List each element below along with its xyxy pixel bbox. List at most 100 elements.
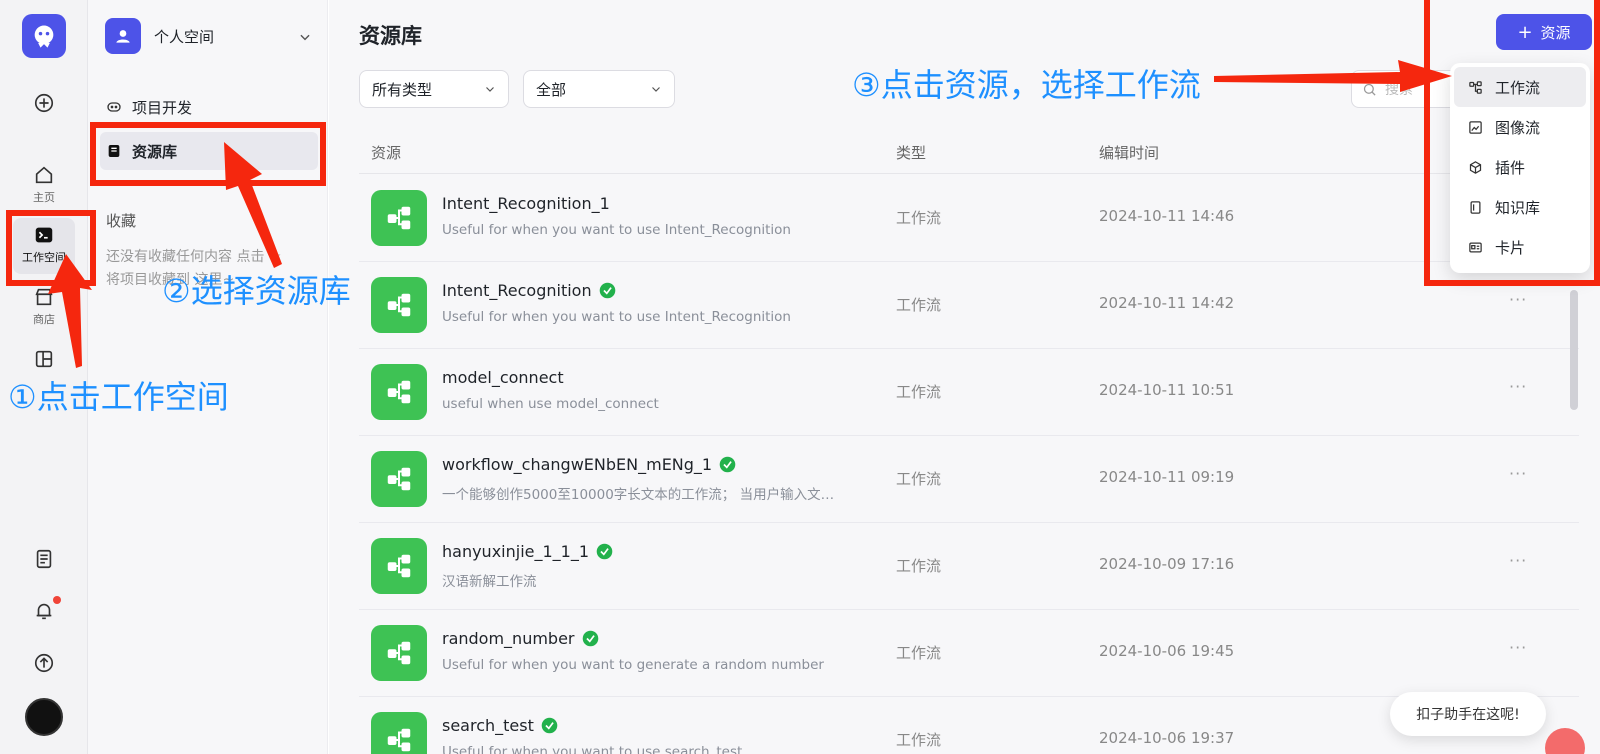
resource-description: useful when use model_connect xyxy=(442,396,659,412)
scope-filter-select[interactable]: 全部 xyxy=(523,70,675,108)
resource-name: model_connect xyxy=(442,368,564,387)
rail-item-store[interactable]: 商店 xyxy=(0,286,88,327)
rail-item-templates[interactable] xyxy=(0,348,88,370)
more-actions-button[interactable]: ··· xyxy=(1509,551,1527,570)
logo-icon xyxy=(34,25,54,48)
resource-name-text: hanyuxinjie_1_1_1 xyxy=(442,542,590,561)
column-header: 编辑时间 xyxy=(1099,144,1160,162)
resource-description: Useful for when you want to use Intent_R… xyxy=(442,309,791,325)
chevron-down-icon xyxy=(652,87,660,92)
column-header: 类型 xyxy=(896,144,927,162)
chevron-down-icon[interactable] xyxy=(298,30,312,44)
resource-name: random_number xyxy=(442,629,599,648)
verified-check-icon xyxy=(599,282,615,299)
resource-edit-time: 2024-10-11 14:46 xyxy=(1099,207,1235,225)
more-actions-button[interactable]: ··· xyxy=(1509,377,1527,396)
resource-description: 汉语新解工作流 xyxy=(442,574,537,590)
bell-icon xyxy=(36,603,52,620)
layout-icon xyxy=(35,350,53,368)
workflow-icon xyxy=(371,712,427,754)
page-title: 资源库 xyxy=(359,24,422,48)
workflow-icon xyxy=(371,364,427,420)
resource-table-body: Intent_Recognition_1 Useful for when you… xyxy=(359,175,1579,754)
resource-name-text: Intent_Recognition_1 xyxy=(442,194,610,213)
annotation-step3: ③点击资源，选择工作流 xyxy=(852,66,1201,104)
table-row[interactable]: Intent_Recognition_1 Useful for when you… xyxy=(359,175,1579,262)
resource-type: 工作流 xyxy=(896,383,942,401)
resource-type: 工作流 xyxy=(896,731,942,749)
table-row[interactable]: model_connect useful when use model_conn… xyxy=(359,349,1579,436)
user-icon xyxy=(105,18,141,54)
resource-edit-time: 2024-10-11 10:51 xyxy=(1099,381,1235,399)
notification-dot xyxy=(53,596,61,604)
workflow-icon xyxy=(371,277,427,333)
main-content: 资源库 + 资源 所有类型 全部 搜索 资源 类型 编辑时间 Intent_Re… xyxy=(329,0,1600,754)
gamepad-icon xyxy=(107,102,121,112)
resource-name: workflow_changwENbEN_mENg_1 xyxy=(442,455,736,474)
verified-check-icon xyxy=(582,630,598,647)
assistant-bubble[interactable]: 扣子助手在这呢! xyxy=(1390,692,1546,736)
user-avatar[interactable] xyxy=(25,698,63,736)
space-switcher[interactable]: 个人空间 xyxy=(105,18,214,54)
resource-description: Useful for when you want to generate a r… xyxy=(442,657,824,673)
rail-label: 主页 xyxy=(33,191,55,204)
resource-name: hanyuxinjie_1_1_1 xyxy=(442,542,613,561)
upgrade-button[interactable] xyxy=(0,652,88,674)
notifications-button[interactable] xyxy=(0,600,88,622)
scrollbar-thumb[interactable] xyxy=(1570,290,1578,410)
annotation-box-library xyxy=(90,122,326,186)
resource-name-text: model_connect xyxy=(442,368,564,387)
column-header: 资源 xyxy=(371,144,402,162)
arrow-up-circle-icon xyxy=(34,653,54,673)
resource-type: 工作流 xyxy=(896,644,942,662)
resource-name-text: workflow_changwENbEN_mENg_1 xyxy=(442,455,713,474)
annotation-box-workspace xyxy=(6,210,96,286)
resource-description: Useful for when you want to use search_t… xyxy=(442,744,743,754)
rail-label: 商店 xyxy=(33,313,55,326)
table-row[interactable]: Intent_Recognition Useful for when you w… xyxy=(359,262,1579,349)
table-row[interactable]: workflow_changwENbEN_mENg_1 一个能够创作5000至1… xyxy=(359,436,1579,523)
workflow-icon xyxy=(371,625,427,681)
resource-edit-time: 2024-10-06 19:45 xyxy=(1099,642,1235,660)
workflow-icon xyxy=(371,451,427,507)
table-row[interactable]: hanyuxinjie_1_1_1 汉语新解工作流 工作流 2024-10-09… xyxy=(359,523,1579,610)
resource-edit-time: 2024-10-09 17:16 xyxy=(1099,555,1235,573)
type-filter-select[interactable]: 所有类型 xyxy=(359,70,509,108)
document-icon xyxy=(36,549,52,569)
workflow-icon xyxy=(371,190,427,246)
app-logo[interactable] xyxy=(22,14,66,58)
search-icon xyxy=(1363,83,1376,96)
more-actions-button[interactable]: ··· xyxy=(1509,638,1527,657)
resource-type: 工作流 xyxy=(896,209,942,227)
resource-name: Intent_Recognition_1 xyxy=(442,194,610,213)
more-actions-button[interactable]: ··· xyxy=(1509,464,1527,483)
space-name: 个人空间 xyxy=(154,27,215,46)
create-button[interactable] xyxy=(0,92,88,114)
resource-name-text: search_test xyxy=(442,716,534,735)
annotation-box-menu xyxy=(1424,0,1600,286)
favorites-title: 收藏 xyxy=(106,212,137,230)
plus-circle-icon xyxy=(34,93,54,113)
table-header: 资源 类型 编辑时间 xyxy=(359,134,1579,174)
resource-edit-time: 2024-10-11 14:42 xyxy=(1099,294,1235,312)
resource-description: Useful for when you want to use Intent_R… xyxy=(442,222,791,238)
chevron-down-icon xyxy=(486,87,494,92)
docs-button[interactable] xyxy=(0,548,88,570)
scope-filter-value: 全部 xyxy=(536,80,567,99)
table-row[interactable]: random_number Useful for when you want t… xyxy=(359,610,1579,697)
sidebar-item-projects[interactable]: 项目开发 xyxy=(100,88,318,126)
home-icon xyxy=(35,166,53,184)
annotation-step2: ②选择资源库 xyxy=(162,272,351,310)
more-actions-button[interactable]: ··· xyxy=(1509,290,1527,309)
sidebar-item-label: 项目开发 xyxy=(132,98,193,117)
rail-item-home[interactable]: 主页 xyxy=(0,164,88,205)
resource-type: 工作流 xyxy=(896,470,942,488)
resource-name: Intent_Recognition xyxy=(442,281,616,300)
verified-check-icon xyxy=(541,717,558,734)
search-placeholder: 搜索 xyxy=(1385,82,1413,98)
resource-type: 工作流 xyxy=(896,296,942,314)
resource-description: 一个能够创作5000至10000字长文本的工作流； 当用户输入文… xyxy=(442,487,835,503)
resource-edit-time: 2024-10-11 09:19 xyxy=(1099,468,1235,486)
annotation-step1: ①点击工作空间 xyxy=(8,378,229,416)
store-icon xyxy=(35,288,53,306)
